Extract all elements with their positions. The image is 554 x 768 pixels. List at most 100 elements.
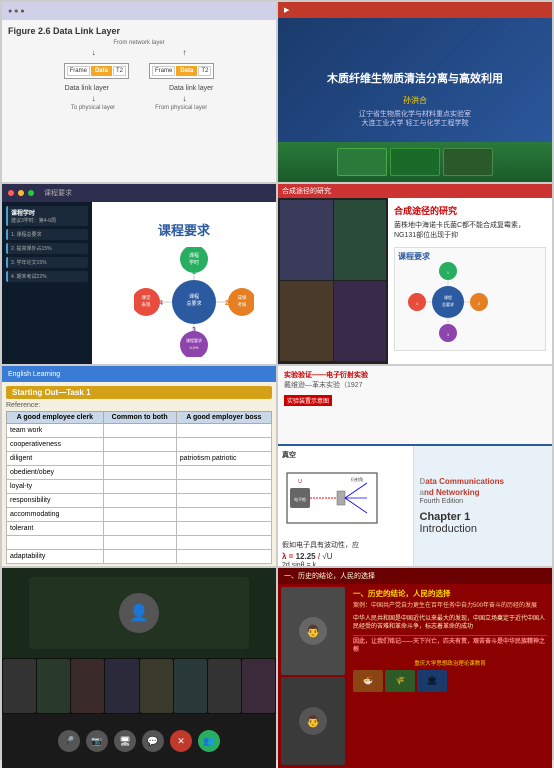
figure-title: Figure 2.6 Data Link Layer bbox=[8, 26, 270, 36]
row1-c3 bbox=[176, 424, 271, 438]
right-panel: 课程要求 课程 总要求 课程 bbox=[92, 202, 276, 364]
mic-button[interactable]: 🎤 bbox=[58, 730, 80, 752]
thumb-3 bbox=[280, 281, 333, 361]
row6-c3 bbox=[176, 494, 271, 508]
left-item-2-val: 1. 课程总要求 bbox=[11, 231, 85, 238]
row5-c1: loyal-ty bbox=[7, 480, 104, 494]
gallery-1 bbox=[3, 659, 36, 713]
row8-c3 bbox=[176, 522, 271, 536]
cell-data-link: ● ● ● Figure 2.6 Data Link Layer From ne… bbox=[2, 2, 276, 182]
cell1-header-text: ● ● ● bbox=[8, 8, 25, 15]
book-edition: Fourth Edition bbox=[420, 498, 547, 505]
research-text: 菌株地中海诺卡氏菌C都不能合成复霉素，NG131部位出现于抑 bbox=[394, 221, 546, 241]
main-grid: ● ● ● Figure 2.6 Data Link Layer From ne… bbox=[0, 0, 554, 760]
row7-c1: accommodating bbox=[7, 508, 104, 522]
row4-c2 bbox=[103, 466, 176, 480]
chapter-word: Chapter bbox=[420, 511, 462, 523]
curriculum-title: 课程要求 bbox=[158, 220, 210, 239]
history-body: 中华人民共和国是中国近代以来最大的发现，中国立场奠定于近代中国人民经受的苦难和革… bbox=[353, 615, 547, 632]
left-item-1-val: 建议3学时：第4-6周 bbox=[11, 217, 85, 224]
row1-c2 bbox=[103, 424, 176, 438]
curriculum-section: 课程要求 课程 总要求 1 2 bbox=[394, 247, 546, 351]
participants-button[interactable]: 👥 bbox=[198, 730, 220, 752]
person-img-1: 👨 bbox=[281, 587, 345, 675]
camera-button[interactable]: 📷 bbox=[86, 730, 108, 752]
row7-c3 bbox=[176, 508, 271, 522]
dot-red bbox=[8, 190, 14, 196]
main-speaker-video: 👤 bbox=[29, 577, 248, 649]
data-box-left: Data bbox=[91, 66, 112, 76]
reference-label: Reference: bbox=[6, 402, 272, 409]
affiliation-line2: 大连工业大学 轻工与化学工程学院 bbox=[362, 120, 469, 127]
vacuum-label: 真空 bbox=[282, 450, 409, 460]
chapter-num: 1 bbox=[464, 511, 470, 523]
campus-image bbox=[278, 142, 552, 182]
gallery-row bbox=[2, 658, 276, 714]
slide-title: 木质纤维生物质清洁分离与高效利用 bbox=[327, 72, 503, 87]
cell-data-comm: 实验验证——电子衍射实验 戴维逊—革末实验（1927 实验装置示意图 真空 电子… bbox=[278, 366, 552, 566]
avatar-1: 👨 bbox=[299, 617, 327, 645]
table-row: loyal-ty bbox=[7, 480, 272, 494]
speaker-avatar: 👤 bbox=[119, 593, 159, 633]
table-row: accommodating bbox=[7, 508, 272, 522]
svg-text:3: 3 bbox=[447, 333, 449, 337]
author-label: 孙洪合 bbox=[403, 95, 427, 106]
table-row: team work bbox=[7, 424, 272, 438]
thumb-4 bbox=[334, 281, 387, 361]
intro-label: Introduction bbox=[420, 523, 547, 535]
cell-wood-fiber: ▶ 木质纤维生物质清洁分离与高效利用 孙洪合 辽宁省生物质化学与材料重点实验室 … bbox=[278, 2, 552, 182]
diagram: From network layer ↓ ↑ Frame Data T2 Fra… bbox=[8, 40, 270, 111]
svg-text:电子枪: 电子枪 bbox=[294, 496, 306, 502]
table-row: diligent patriotism patriotic bbox=[7, 452, 272, 466]
chat-button[interactable]: 💬 bbox=[142, 730, 164, 752]
slide-content: 一、历史的结论，人民的选择 案例：中国共产党自力更生在百年任务中自力500年奋斗… bbox=[348, 584, 552, 768]
formula-text: 假如电子具有波动性，应 bbox=[282, 540, 409, 550]
row5-c2 bbox=[103, 480, 176, 494]
svg-text:课程: 课程 bbox=[444, 294, 452, 300]
culture-img-3: 🏛 bbox=[417, 670, 447, 692]
row3-c2 bbox=[103, 452, 176, 466]
circle-diagram: 课程 总要求 课程 学时 成绩 考核 课程要求 4.0% bbox=[134, 247, 234, 347]
affiliation-text: 辽宁省生物质化学与材料重点实验室 大连工业大学 轻工与化学工程学院 bbox=[359, 110, 471, 128]
cell3-content: 课程学时 建议3学时：第4-6周 1. 课程总要求 2. 提高课外占15% 3.… bbox=[2, 202, 276, 364]
data-boxes: Frame Data T2 Frame Data T2 bbox=[64, 63, 215, 79]
col-header-1: A good employee clerk bbox=[7, 412, 104, 424]
t2-box-right: T2 bbox=[198, 66, 211, 76]
gallery-6 bbox=[174, 659, 207, 713]
table-row bbox=[7, 536, 272, 550]
svg-text:3: 3 bbox=[192, 327, 196, 334]
svg-text:成绩: 成绩 bbox=[238, 294, 247, 301]
svg-text:1: 1 bbox=[447, 271, 449, 275]
cell-task-table: English Learning Starting Out—Task 1 Ref… bbox=[2, 366, 276, 566]
from-network-label: From network layer bbox=[113, 40, 164, 46]
svg-text:总要求: 总要求 bbox=[186, 300, 201, 307]
table-row: obedient/obey bbox=[7, 466, 272, 480]
left-panel: 课程学时 建议3学时：第4-6周 1. 课程总要求 2. 提高课外占15% 3.… bbox=[2, 202, 92, 364]
row2-c1: cooperativeness bbox=[7, 438, 104, 452]
svg-text:表现: 表现 bbox=[142, 301, 151, 308]
screen-share-button[interactable]: 🖥 bbox=[114, 730, 136, 752]
svg-text:课程: 课程 bbox=[189, 252, 199, 259]
cell-curriculum: 课程要求 课程学时 建议3学时：第4-6周 1. 课程总要求 2. 提高课外占1… bbox=[2, 184, 276, 364]
table-row: adaptability bbox=[7, 550, 272, 564]
cell8-topbar-text: 一、历史的结论，人民的选择 bbox=[284, 571, 375, 581]
row9-c1 bbox=[7, 536, 104, 550]
text-area: 合成途径的研究 菌株地中海诺卡氏菌C都不能合成复霉素，NG131部位出现于抑 课… bbox=[388, 198, 552, 364]
cell8-topbar: 一、历史的结论，人民的选择 bbox=[278, 568, 552, 584]
thumb-2 bbox=[334, 200, 387, 280]
svg-text:考核: 考核 bbox=[238, 301, 247, 308]
left-item-4: 3. 学年论文15% bbox=[6, 257, 88, 268]
left-item-5: 4. 期末考试22% bbox=[6, 271, 88, 282]
affiliation-line1: 辽宁省生物质化学与材料重点实验室 bbox=[359, 111, 471, 118]
table-row: cooperativeness bbox=[7, 438, 272, 452]
row5-c3 bbox=[176, 480, 271, 494]
gallery-4 bbox=[105, 659, 138, 713]
row9-c3 bbox=[176, 536, 271, 550]
end-call-button[interactable]: ✕ bbox=[170, 730, 192, 752]
left-item-1-title: 课程学时 bbox=[11, 208, 85, 217]
avatar-2: 👨 bbox=[299, 707, 327, 735]
exp-note: 实验装置示意图 bbox=[284, 395, 332, 406]
table-row: tolerant bbox=[7, 522, 272, 536]
col-header-3: A good employer boss bbox=[176, 412, 271, 424]
experiment-bottom: 真空 电子枪 U bbox=[278, 446, 552, 566]
